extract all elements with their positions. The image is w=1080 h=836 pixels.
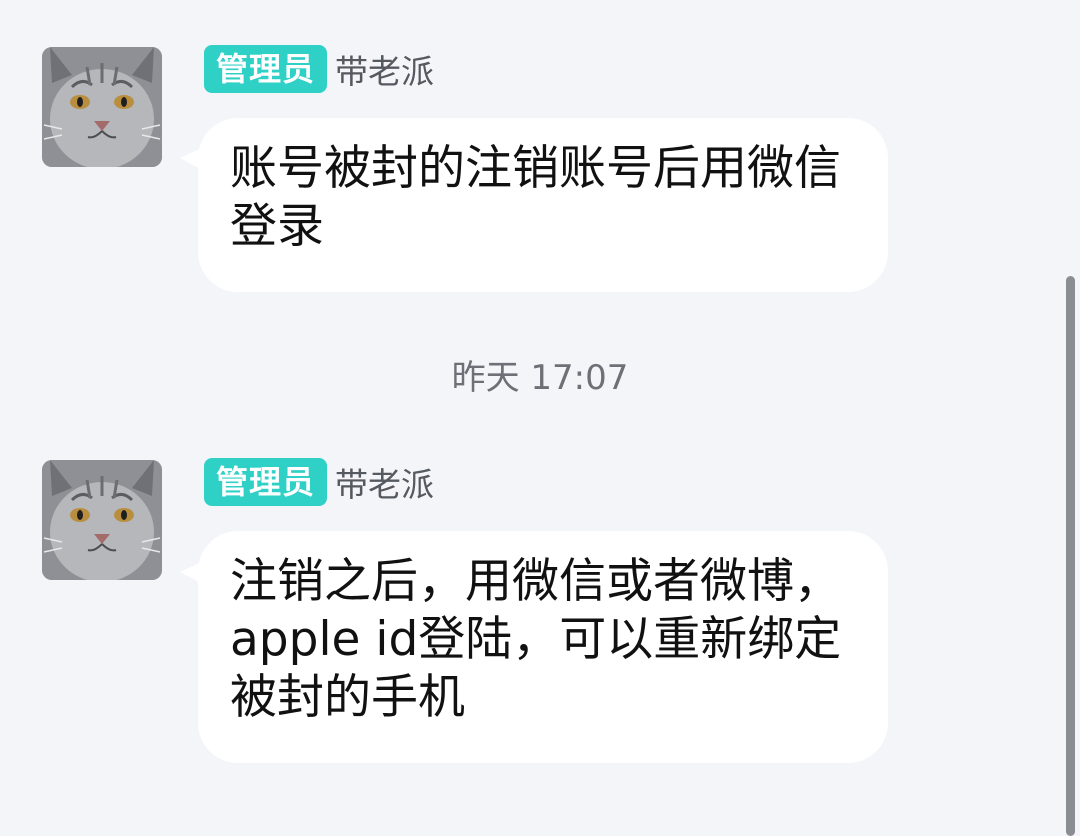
message-bubble[interactable]: 账号被封的注销账号后用微信登录	[198, 118, 888, 292]
scrollbar[interactable]	[1066, 276, 1075, 836]
message-meta: 管理员 带老派	[204, 458, 434, 506]
message-meta: 管理员 带老派	[204, 45, 434, 93]
admin-badge: 管理员	[204, 458, 328, 506]
message-bubble[interactable]: 注销之后，用微信或者微博，apple id登陆，可以重新绑定被封的手机	[198, 531, 888, 763]
message-timestamp: 昨天 17:07	[451, 358, 629, 398]
cat-avatar-icon[interactable]	[42, 460, 162, 580]
cat-avatar-icon[interactable]	[42, 47, 162, 167]
sender-name[interactable]: 带老派	[335, 45, 434, 93]
admin-badge: 管理员	[204, 45, 328, 93]
sender-name[interactable]: 带老派	[335, 458, 434, 506]
